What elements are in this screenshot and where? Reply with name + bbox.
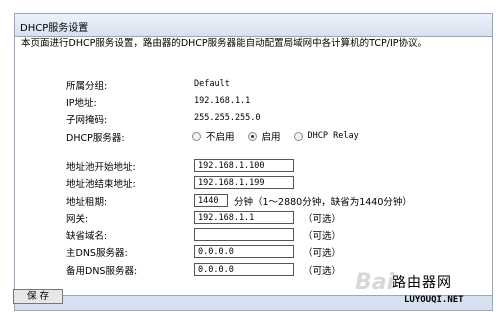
- dns2-label: 备用DNS服务器:: [66, 266, 138, 277]
- radio-disable-label: 不启用: [206, 132, 235, 143]
- lease-input[interactable]: [194, 194, 228, 207]
- dhcp-server-options: 不启用 启用 DHCP Relay: [192, 129, 372, 143]
- pool-end-label: 地址池结束地址:: [66, 179, 136, 190]
- gateway-label: 网关:: [66, 214, 89, 225]
- radio-enable[interactable]: [247, 131, 257, 141]
- ip-label: IP地址:: [66, 98, 97, 109]
- radio-dhcp-relay-label: DHCP Relay: [307, 131, 359, 141]
- page-title: DHCP服务设置: [20, 23, 89, 34]
- radio-disable[interactable]: [192, 131, 201, 141]
- mask-label: 子网掩码:: [66, 115, 108, 126]
- pool-end-input[interactable]: [194, 176, 294, 189]
- panel-titlebar: DHCP服务设置: [15, 14, 492, 37]
- domain-label: 缺省域名:: [66, 231, 108, 242]
- dns2-optional: （可选）: [303, 266, 342, 277]
- watermark-site-name: 路由器网: [392, 275, 452, 291]
- lease-hint: 分钟（1～2880分钟，缺省为1440分钟）: [234, 197, 412, 208]
- lease-label: 地址租期:: [66, 197, 108, 208]
- domain-optional: （可选）: [303, 231, 342, 242]
- page-description: 本页面进行DHCP服务设置，路由器的DHCP服务器能自动配置局域网中各计算机的T…: [21, 38, 427, 49]
- radio-enable-label: 启用: [261, 132, 281, 143]
- gateway-input[interactable]: [194, 211, 294, 224]
- group-label: 所属分组:: [66, 81, 108, 92]
- save-button[interactable]: 保 存: [13, 289, 63, 304]
- gateway-optional: （可选）: [303, 214, 342, 225]
- watermark-site-url: LUYOUQI.NET: [404, 295, 464, 305]
- radio-dhcp-relay[interactable]: [293, 131, 303, 141]
- dns1-label: 主DNS服务器:: [66, 248, 128, 259]
- baidu-watermark: Bai: [355, 270, 395, 295]
- group-value: Default: [194, 79, 230, 89]
- dns1-input[interactable]: [194, 245, 294, 258]
- pool-start-label: 地址池开始地址:: [66, 162, 136, 173]
- dns1-optional: （可选）: [303, 248, 342, 259]
- ip-value: 192.168.1.1: [194, 96, 251, 106]
- mask-value: 255.255.255.0: [194, 113, 261, 123]
- pool-start-input[interactable]: [194, 159, 294, 172]
- dhcp-server-label: DHCP服务器:: [66, 133, 125, 144]
- dns2-input[interactable]: [194, 263, 294, 276]
- domain-input[interactable]: [194, 228, 294, 241]
